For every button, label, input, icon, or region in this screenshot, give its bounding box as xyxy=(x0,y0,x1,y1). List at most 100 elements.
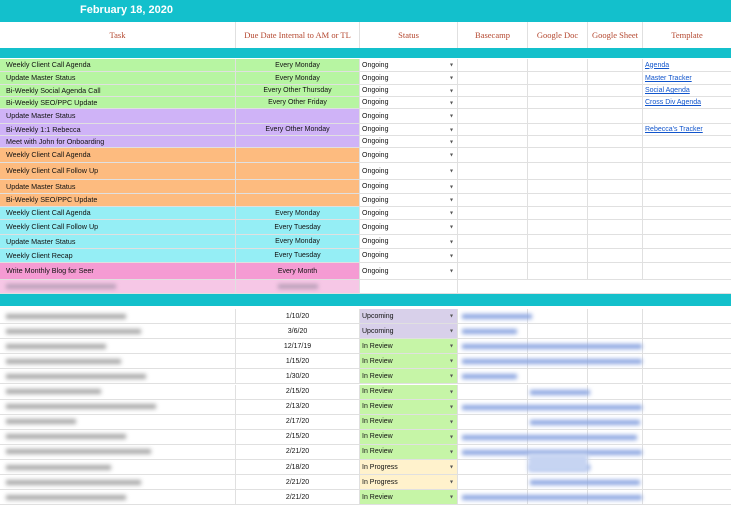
dropdown-caret-icon[interactable]: ▾ xyxy=(450,268,453,275)
status-dropdown[interactable]: Ongoing ▾ xyxy=(360,194,458,206)
status-dropdown[interactable]: Ongoing ▾ xyxy=(360,109,458,123)
dropdown-caret-icon[interactable]: ▾ xyxy=(450,433,453,440)
status-dropdown[interactable]: Ongoing ▾ xyxy=(360,163,458,179)
basecamp-cell[interactable] xyxy=(458,235,528,248)
due-cell[interactable]: 2/15/20 xyxy=(236,384,360,399)
dropdown-caret-icon[interactable]: ▾ xyxy=(450,168,453,175)
dropdown-caret-icon[interactable]: ▾ xyxy=(450,75,453,82)
status-dropdown[interactable]: Ongoing ▾ xyxy=(360,249,458,262)
template-cell[interactable]: Agenda xyxy=(643,59,731,71)
status-dropdown[interactable]: Ongoing ▾ xyxy=(360,263,458,279)
task-cell[interactable]: Weekly Client Call Agenda xyxy=(0,59,236,71)
template-cell[interactable] xyxy=(643,249,731,262)
status-dropdown[interactable]: In Review ▾ xyxy=(360,444,458,459)
due-cell[interactable]: Every Monday xyxy=(236,59,360,71)
dropdown-caret-icon[interactable]: ▾ xyxy=(450,403,453,410)
due-cell[interactable]: 2/17/20 xyxy=(236,414,360,429)
google-doc-cell[interactable] xyxy=(528,124,588,135)
basecamp-cell[interactable] xyxy=(458,180,528,193)
google-sheet-cell[interactable] xyxy=(588,85,643,96)
dropdown-caret-icon[interactable]: ▾ xyxy=(450,494,453,501)
template-cell[interactable] xyxy=(643,354,731,368)
header-google-doc[interactable]: Google Doc xyxy=(528,22,588,48)
redacted-link[interactable] xyxy=(530,480,640,486)
due-cell[interactable]: Every Other Friday xyxy=(236,97,360,108)
template-cell[interactable] xyxy=(643,163,731,179)
status-dropdown[interactable]: Ongoing ▾ xyxy=(360,59,458,71)
due-cell[interactable] xyxy=(236,180,360,193)
basecamp-cell[interactable] xyxy=(458,263,528,279)
due-cell[interactable]: Every Monday xyxy=(236,235,360,248)
dropdown-caret-icon[interactable]: ▾ xyxy=(450,313,453,320)
task-cell[interactable] xyxy=(0,475,236,490)
status-dropdown[interactable]: Ongoing ▾ xyxy=(360,72,458,84)
basecamp-cell[interactable] xyxy=(458,97,528,108)
google-doc-cell[interactable] xyxy=(528,249,588,262)
google-sheet-cell[interactable] xyxy=(588,97,643,108)
google-doc-cell[interactable] xyxy=(528,180,588,193)
google-sheet-cell[interactable] xyxy=(588,249,643,262)
template-link[interactable]: Social Agenda xyxy=(645,87,690,94)
due-cell[interactable]: 1/15/20 xyxy=(236,354,360,369)
task-cell[interactable]: Update Master Status xyxy=(0,235,236,248)
task-cell[interactable] xyxy=(0,369,236,384)
google-sheet-cell[interactable] xyxy=(588,309,643,323)
google-sheet-cell[interactable] xyxy=(588,263,643,279)
status-dropdown[interactable]: In Review ▾ xyxy=(360,354,458,369)
google-doc-cell[interactable] xyxy=(528,263,588,279)
template-cell[interactable] xyxy=(643,136,731,147)
google-sheet-cell[interactable] xyxy=(588,460,643,474)
dropdown-caret-icon[interactable]: ▾ xyxy=(450,113,453,120)
task-cell[interactable]: Bi-Weekly Social Agenda Call xyxy=(0,85,236,96)
dropdown-caret-icon[interactable]: ▾ xyxy=(450,388,453,395)
template-cell[interactable] xyxy=(643,400,731,414)
template-cell[interactable] xyxy=(643,369,731,383)
google-sheet-cell[interactable] xyxy=(588,136,643,147)
google-doc-cell[interactable] xyxy=(528,136,588,147)
template-cell[interactable] xyxy=(643,148,731,162)
redacted-link[interactable] xyxy=(530,389,590,395)
due-cell[interactable]: Every Other Monday xyxy=(236,124,360,135)
google-sheet-cell[interactable] xyxy=(588,194,643,206)
google-doc-cell[interactable] xyxy=(528,148,588,162)
basecamp-cell[interactable] xyxy=(458,124,528,135)
google-doc-cell[interactable] xyxy=(528,97,588,108)
redacted-link[interactable] xyxy=(462,495,642,501)
dropdown-caret-icon[interactable]: ▾ xyxy=(450,418,453,425)
status-dropdown[interactable]: Upcoming ▾ xyxy=(360,309,458,323)
status-dropdown[interactable]: In Review ▾ xyxy=(360,384,458,399)
task-cell[interactable] xyxy=(0,429,236,444)
dropdown-caret-icon[interactable]: ▾ xyxy=(450,252,453,259)
template-link[interactable]: Cross Div Agenda xyxy=(645,99,701,106)
template-cell[interactable] xyxy=(643,194,731,206)
template-link[interactable]: Rebecca's Tracker xyxy=(645,126,703,133)
google-sheet-cell[interactable] xyxy=(588,148,643,162)
dropdown-caret-icon[interactable]: ▾ xyxy=(450,99,453,106)
template-cell[interactable] xyxy=(643,309,731,323)
google-sheet-cell[interactable] xyxy=(588,235,643,248)
template-cell[interactable] xyxy=(643,490,731,504)
google-sheet-cell[interactable] xyxy=(588,72,643,84)
dropdown-caret-icon[interactable]: ▾ xyxy=(450,126,453,133)
template-cell[interactable] xyxy=(643,385,731,399)
dropdown-caret-icon[interactable]: ▾ xyxy=(450,373,453,380)
status-dropdown[interactable]: In Progress ▾ xyxy=(360,460,458,474)
status-dropdown[interactable]: Ongoing ▾ xyxy=(360,85,458,96)
dropdown-caret-icon[interactable]: ▾ xyxy=(450,152,453,159)
status-dropdown[interactable]: Ongoing ▾ xyxy=(360,207,458,219)
basecamp-cell[interactable] xyxy=(458,85,528,96)
due-cell[interactable]: 3/6/20 xyxy=(236,324,360,339)
status-dropdown[interactable]: In Review ▾ xyxy=(360,490,458,505)
status-dropdown[interactable]: In Review ▾ xyxy=(360,339,458,354)
task-cell[interactable] xyxy=(0,444,236,459)
due-cell[interactable] xyxy=(236,109,360,123)
template-cell[interactable] xyxy=(643,445,731,459)
redacted-link[interactable] xyxy=(462,404,642,410)
basecamp-cell[interactable] xyxy=(458,220,528,234)
basecamp-cell[interactable] xyxy=(458,460,528,474)
template-cell[interactable] xyxy=(643,180,731,193)
basecamp-cell[interactable] xyxy=(458,475,528,490)
google-doc-cell[interactable] xyxy=(528,109,588,123)
due-cell[interactable] xyxy=(236,194,360,206)
task-cell[interactable]: Write Monthly Blog for Seer xyxy=(0,263,236,279)
